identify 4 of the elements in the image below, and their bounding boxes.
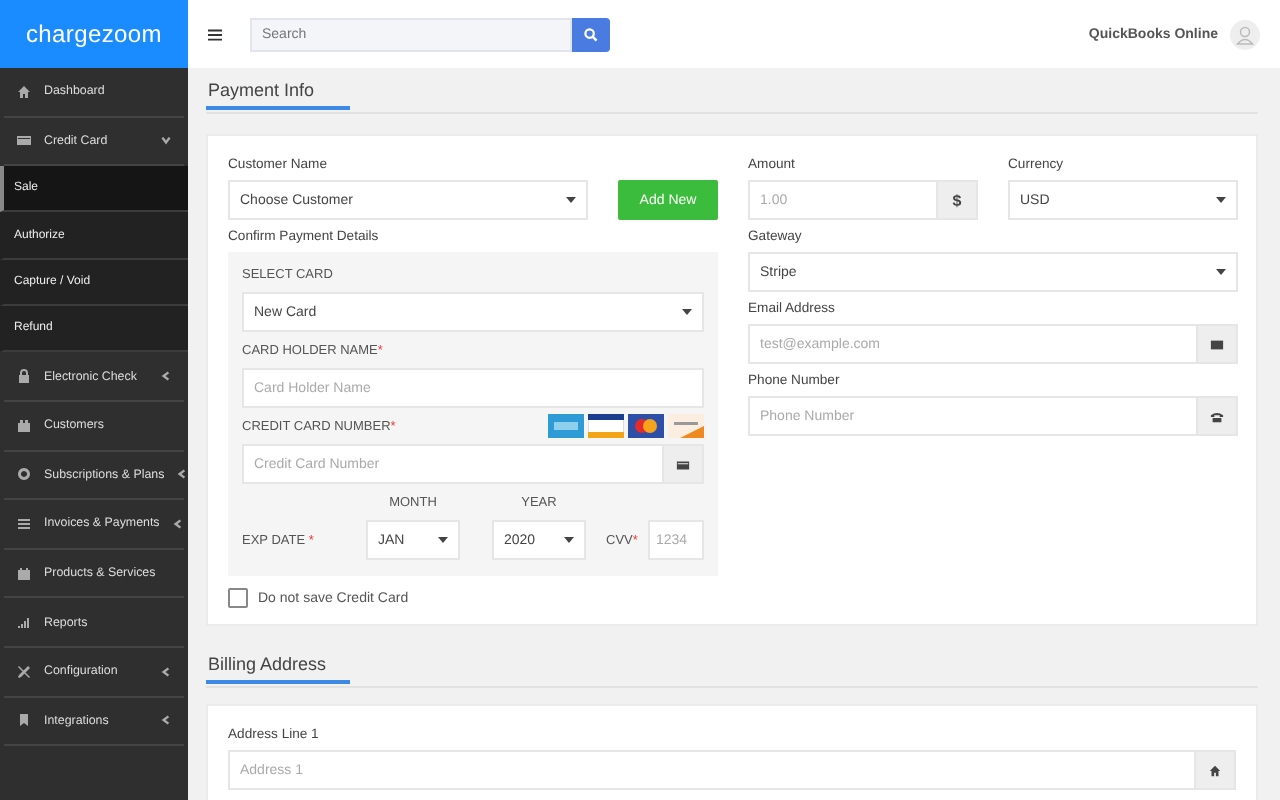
- currency-addon: $: [938, 180, 978, 220]
- section-title: Payment Info: [206, 80, 350, 110]
- section-title: Billing Address: [206, 654, 350, 684]
- app-logo: chargezoom: [0, 0, 188, 68]
